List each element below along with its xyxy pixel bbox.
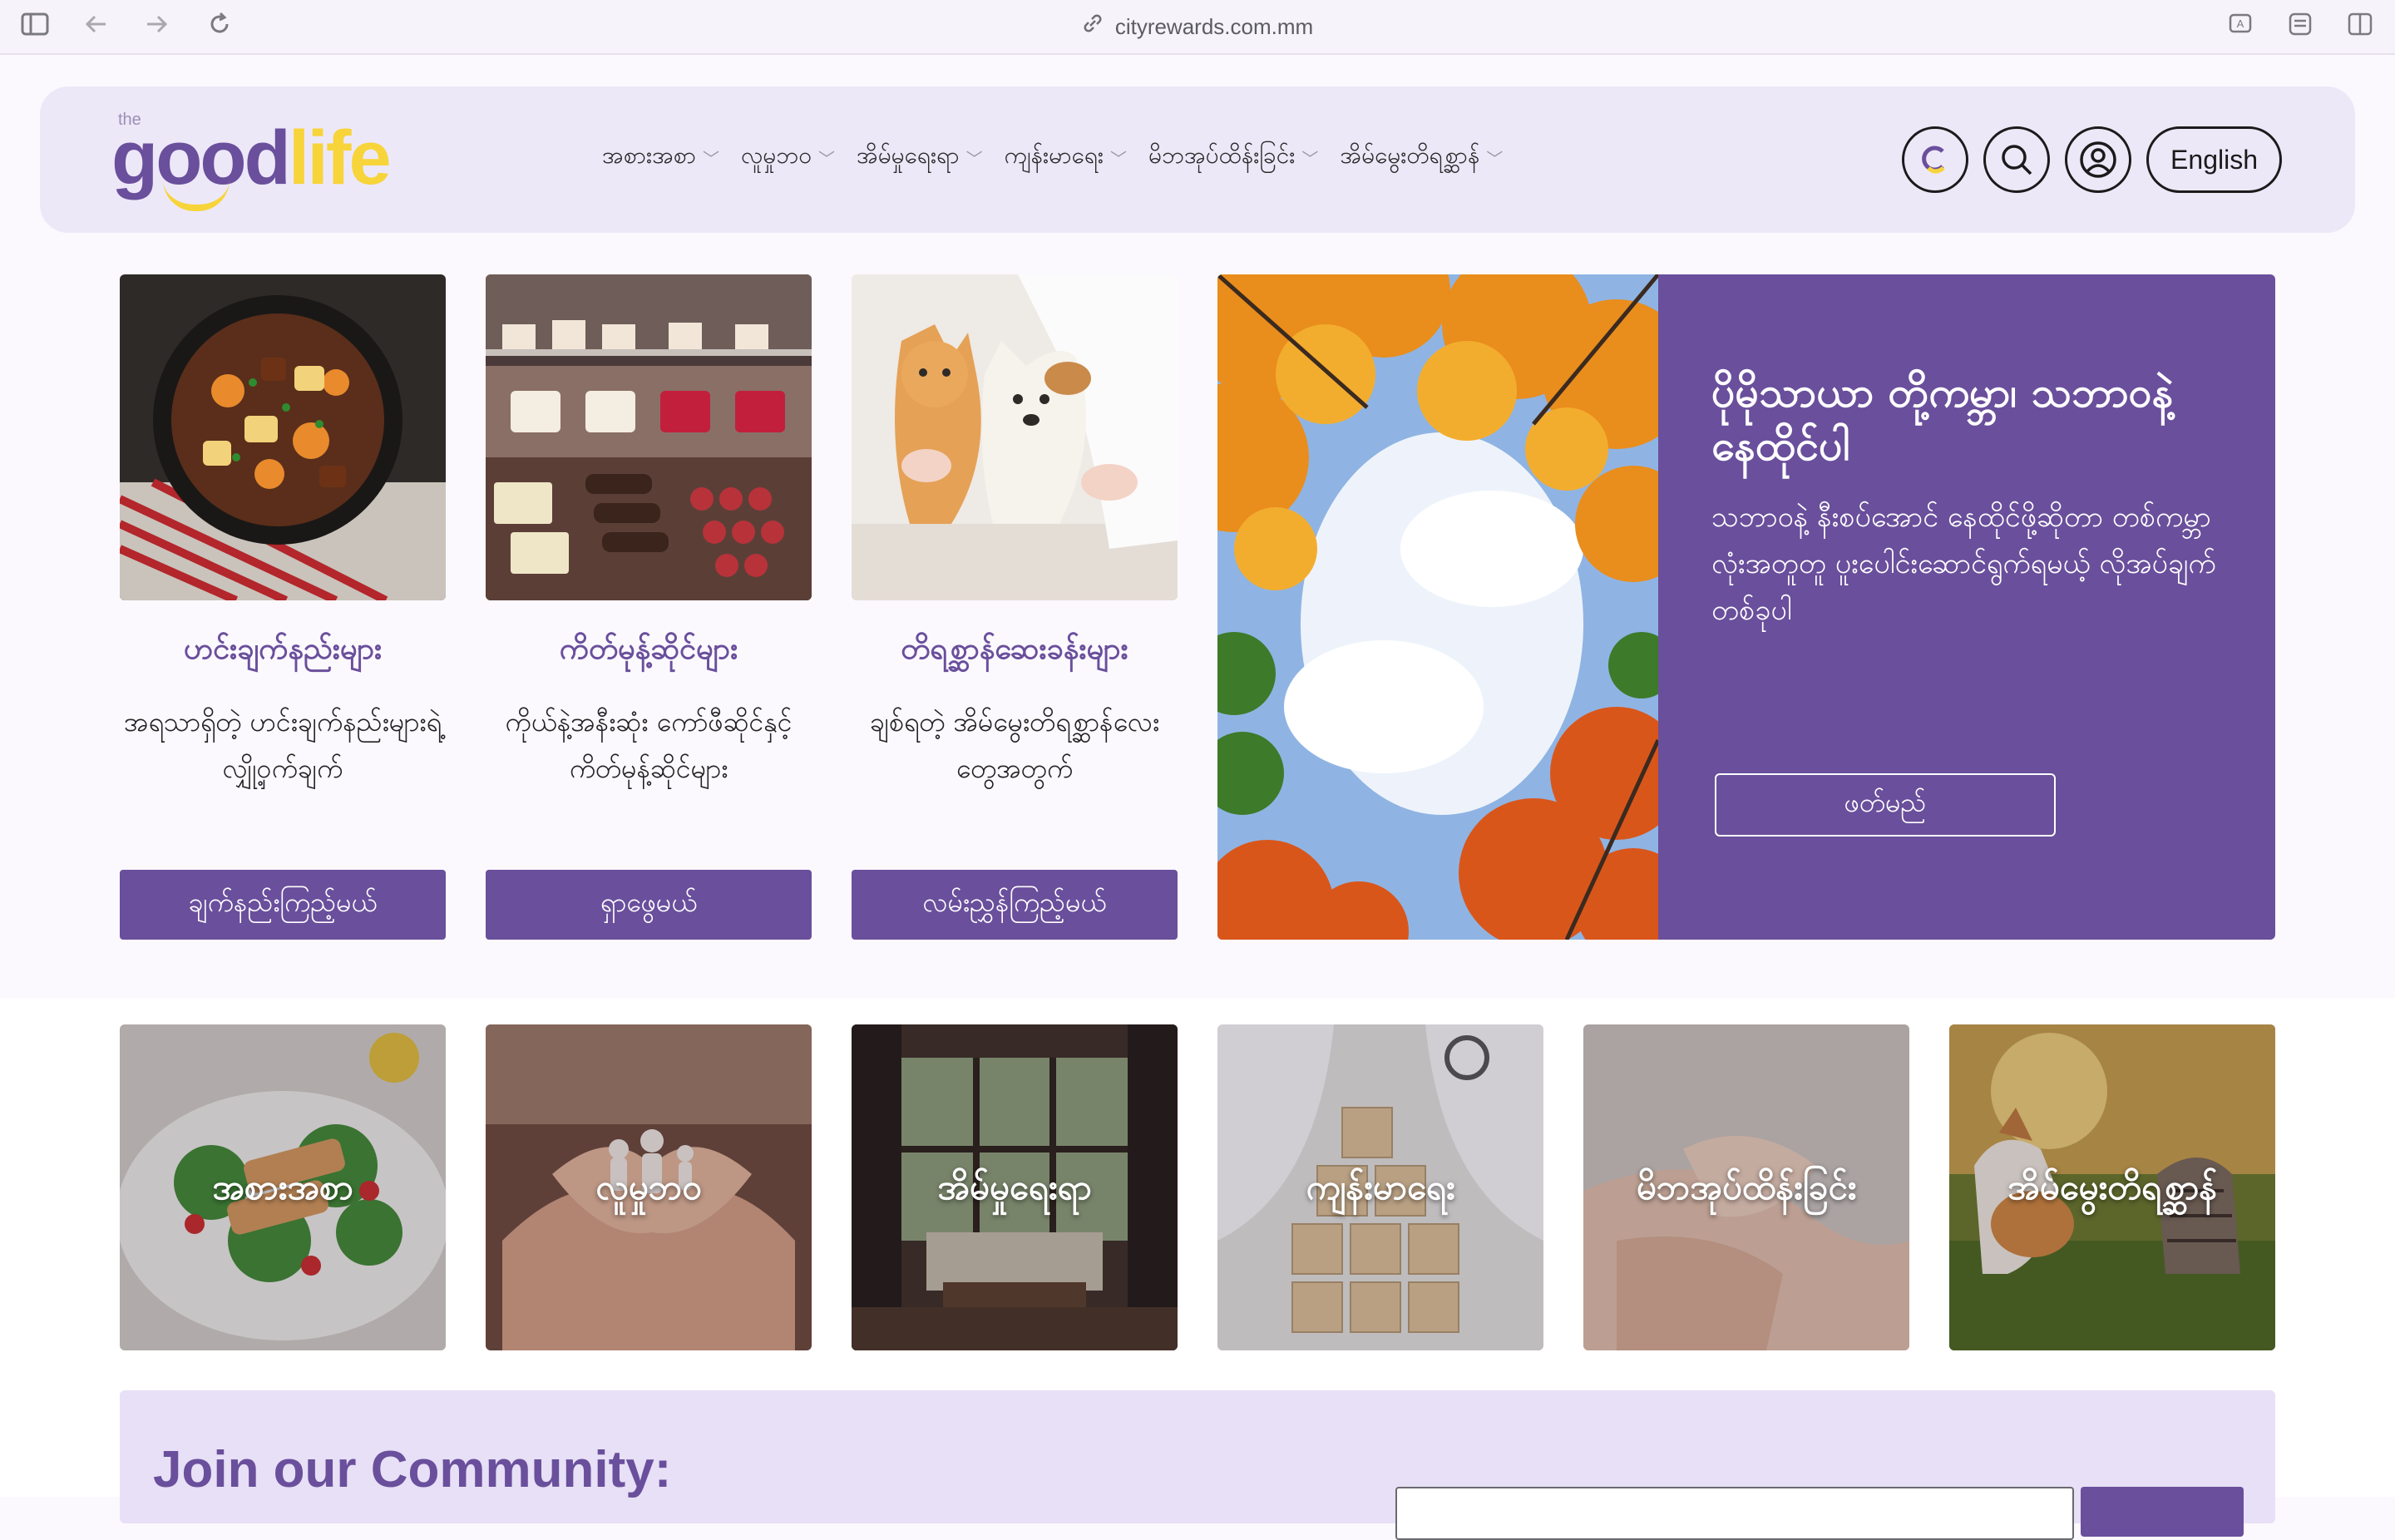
card-vet-clinics: တိရစ္ဆာန်ဆေးခန်းများ ချစ်ရတဲ့ အိမ်မွေးတိ… [852, 274, 1178, 940]
logo-smile-icon [163, 180, 230, 211]
svg-text:A: A [2237, 17, 2244, 30]
city-rewards-icon [1922, 146, 1945, 174]
header-actions: English [1902, 126, 2282, 193]
browser-toolbar: cityrewards.com.mm A [0, 0, 2395, 55]
card-recipes: ဟင်းချက်နည်းများ အရသာရှိတဲ့ ဟင်းချက်နည်း… [120, 274, 446, 940]
kitten-puppy-image [852, 274, 1178, 600]
site-header: the goodlife အစားအစာ ﹀ လူမှုဘဝ ﹀ အိမ်မှုရေ… [40, 86, 2355, 233]
promo-banner: ပိုမိုသာယာ တို့ကမ္ဘာ၊ သဘာဝနဲ့နေထိုင်ပါ သ… [1217, 274, 2275, 940]
menu-item-pets[interactable]: အိမ်မွေးတိရစ္ဆာန် ﹀ [1340, 140, 1503, 175]
card-title: ဟင်းချက်နည်းများ [183, 632, 383, 666]
tile-pets[interactable]: အိမ်မွေးတိရစ္ဆာန် [1949, 1024, 2275, 1350]
card-title: ကိတ်မုန့်ဆိုင်များ [559, 632, 738, 666]
link-icon [1082, 12, 1104, 42]
subscribe-button[interactable] [2081, 1487, 2244, 1537]
search-icon [2002, 145, 2032, 175]
tile-label: အိမ်မွေးတိရစ္ဆာန် [2007, 1167, 2217, 1207]
tile-food[interactable]: အစားအစာ [120, 1024, 446, 1350]
goodlife-logo[interactable]: the goodlife [111, 111, 392, 211]
promo-title: ပိုမိုသာယာ တို့ကမ္ဘာ၊ သဘာဝနဲ့နေထိုင်ပါ [1711, 368, 2174, 470]
promo-description: သဘာဝနဲ့ နီးစပ်အောင် နေထိုင်ဖို့ဆိုတာ တစ်… [1711, 501, 2216, 627]
email-input[interactable] [1395, 1487, 2074, 1540]
card-description: ကိုယ်နဲ့အနီးဆုံး ကော်ဖီဆိုင်နှင့် ကိတ်မု… [505, 706, 793, 784]
chevron-down-icon: ﹀ [817, 148, 835, 169]
card-description: အရသာရှိတဲ့ ဟင်းချက်နည်းများရဲ့ လျှို့ဝှက… [124, 706, 442, 784]
card-title: တိရစ္ဆာန်ဆေးခန်းများ [901, 632, 1128, 666]
card-bakeries: ကိတ်မုန့်ဆိုင်များ ကိုယ်နဲ့အနီးဆုံး ကော်… [486, 274, 812, 940]
community-section: Join our Community: [120, 1390, 2275, 1540]
url-text: cityrewards.com.mm [1114, 14, 1314, 39]
tile-home[interactable]: အိမ်မှုရေးရာ [852, 1024, 1178, 1350]
tile-parenting[interactable]: မိဘအုပ်ထိန်းခြင်း [1583, 1024, 1909, 1350]
find-bakeries-button[interactable]: ရှာဖွေမယ် [486, 870, 812, 940]
account-button[interactable] [2065, 126, 2132, 193]
chevron-down-icon: ﹀ [703, 148, 720, 169]
tile-label: မိဘအုပ်ထိန်းခြင်း [1636, 1167, 1857, 1207]
search-button[interactable] [1983, 126, 2051, 193]
user-icon [2080, 141, 2116, 178]
read-more-button[interactable]: ဖတ်မည် [1715, 773, 2056, 837]
menu-item-social[interactable]: လူမှုဘဝ ﹀ [741, 140, 835, 175]
split-view-icon[interactable] [2345, 12, 2375, 42]
view-recipes-button[interactable]: ချက်နည်းကြည့်မယ် [120, 870, 446, 940]
menu-item-home[interactable]: အိမ်မှုရေးရာ ﹀ [857, 140, 983, 175]
chevron-down-icon: ﹀ [1486, 148, 1504, 169]
reader-icon[interactable] [2285, 12, 2315, 42]
address-bar[interactable]: cityrewards.com.mm [0, 12, 2395, 42]
rewards-button[interactable] [1902, 126, 1969, 193]
tile-health[interactable]: ကျန်းမာရေး [1217, 1024, 1543, 1350]
autumn-trees-image [1217, 274, 1691, 940]
menu-item-food[interactable]: အစားအစာ ﹀ [602, 140, 719, 175]
tile-label: အစားအစာ [212, 1167, 353, 1207]
language-button[interactable]: English [2146, 126, 2282, 193]
tile-social[interactable]: လူမှုဘဝ [486, 1024, 812, 1350]
tile-label: အိမ်မှုရေးရာ [937, 1167, 1092, 1207]
main-menu: အစားအစာ ﹀ လူမှုဘဝ ﹀ အိမ်မှုရေးရာ ﹀ ကျန်းမာရ… [602, 140, 1503, 175]
chevron-down-icon: ﹀ [1110, 148, 1127, 169]
translate-icon[interactable]: A [2225, 12, 2255, 42]
chevron-down-icon: ﹀ [965, 148, 983, 169]
card-description: ချစ်ရတဲ့ အိမ်မွေးတိရစ္ဆာန်လေးတွေအတွက် [869, 706, 1160, 784]
community-title: Join our Community: [153, 1441, 672, 1498]
stew-image [120, 274, 446, 600]
bakery-display-image [486, 274, 812, 600]
tile-label: ကျန်းမာရေး [1306, 1167, 1455, 1207]
view-directions-button[interactable]: လမ်းညွှန်ကြည့်မယ် [852, 870, 1178, 940]
chevron-down-icon: ﹀ [1301, 148, 1319, 169]
tile-label: လူမှုဘဝ [595, 1167, 702, 1207]
menu-item-health[interactable]: ကျန်းမာရေး ﹀ [1005, 140, 1127, 175]
menu-item-parenting[interactable]: မိဘအုပ်ထိန်းခြင်း ﹀ [1148, 140, 1318, 175]
